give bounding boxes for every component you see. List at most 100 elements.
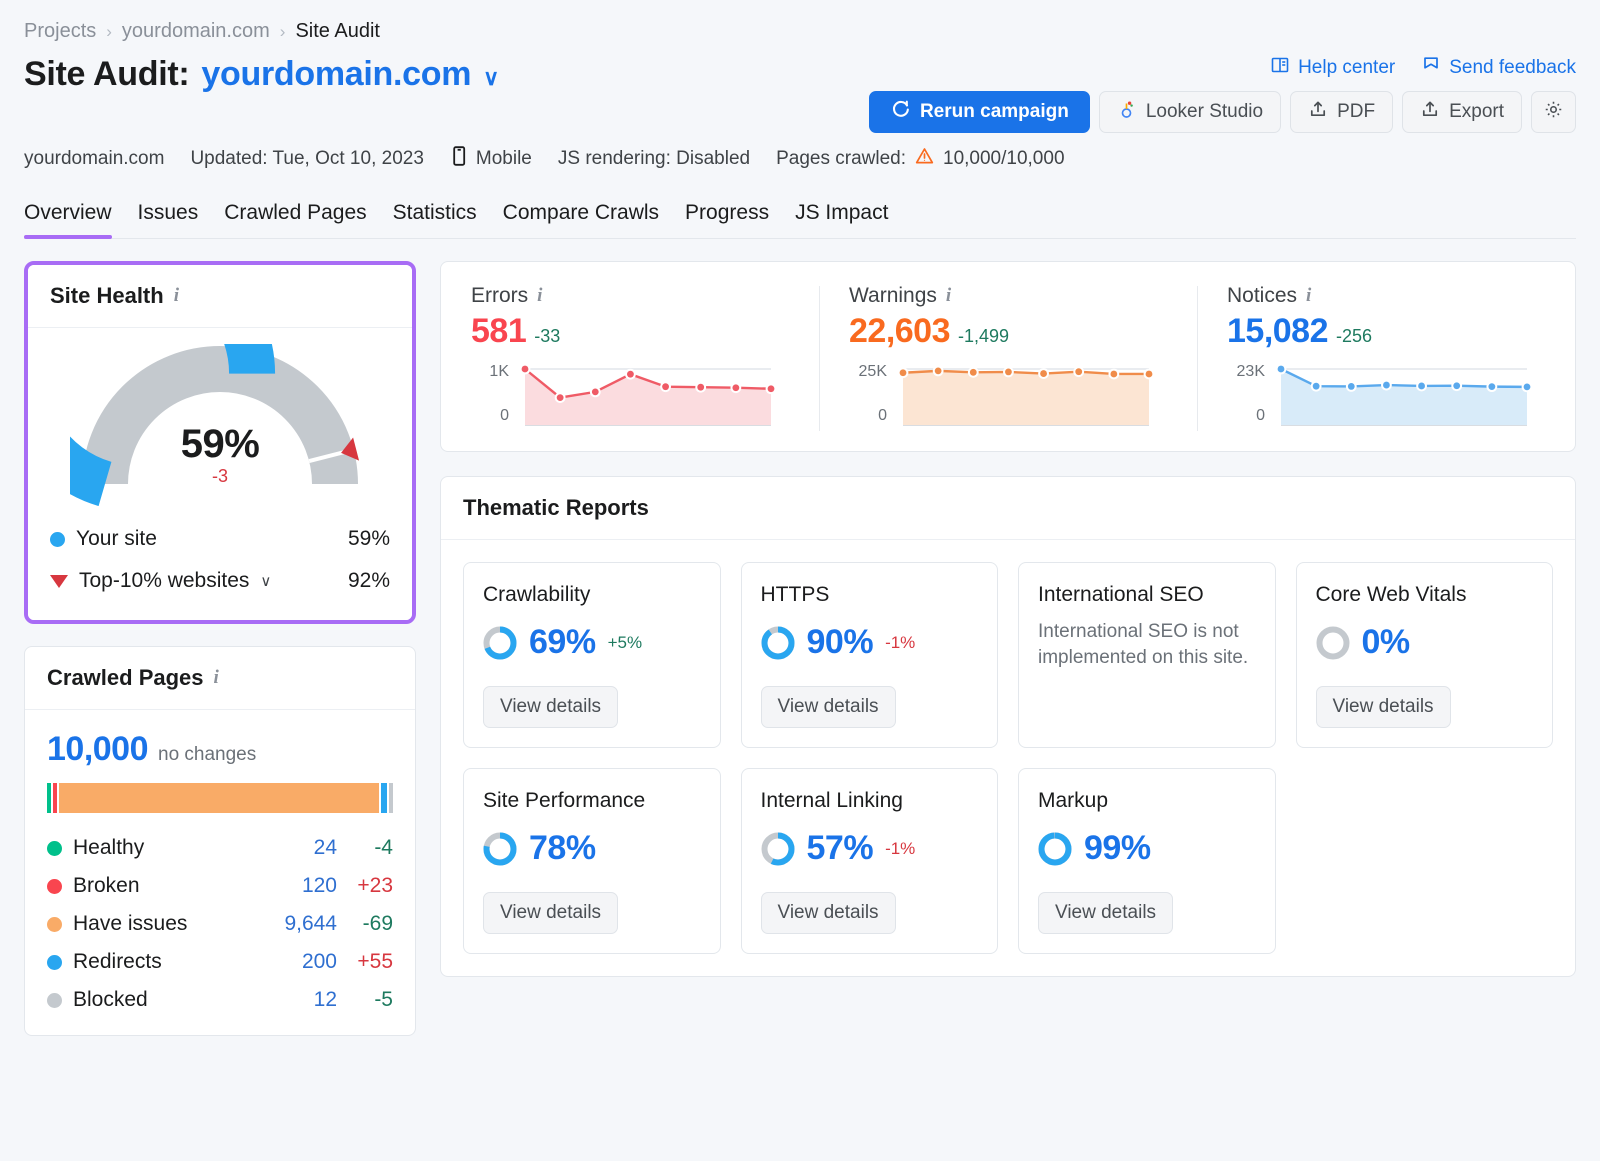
thematic-card-internal-linking[interactable]: Internal Linking57%-1%View details	[741, 768, 999, 954]
view-details-button[interactable]: View details	[761, 686, 896, 728]
tab-compare-crawls[interactable]: Compare Crawls	[503, 201, 659, 238]
site-health-value: 59%	[70, 422, 370, 467]
help-center-label: Help center	[1298, 57, 1395, 79]
thematic-card-delta: +5%	[608, 633, 643, 653]
tab-statistics[interactable]: Statistics	[393, 201, 477, 238]
stacked-bar-segment	[53, 783, 57, 813]
axis-tick-bottom: 0	[1227, 407, 1265, 425]
stat-sparkline-wrap: 1K 0	[471, 363, 789, 433]
axis-tick-bottom: 0	[471, 407, 509, 425]
info-icon[interactable]: i	[946, 285, 951, 307]
sparkline-chart	[1275, 363, 1533, 433]
stat-label-group: Noticesi	[1227, 284, 1545, 308]
axis-tick-top: 1K	[471, 363, 509, 381]
view-details-button[interactable]: View details	[483, 892, 618, 934]
stat-sparkline-wrap: 25K0	[849, 363, 1167, 433]
stat-value: 15,082	[1227, 312, 1328, 351]
crawled-pages-total: 10,000 no changes	[47, 730, 393, 769]
stacked-bar-segment	[381, 783, 388, 813]
row-value: 24	[265, 836, 337, 860]
donut-ring-icon	[483, 832, 517, 866]
stacked-bar-segment	[47, 783, 51, 813]
thematic-card-value-group: 0%	[1316, 623, 1534, 662]
meta-pages-crawled-label: Pages crawled:	[776, 148, 906, 170]
thematic-card-markup[interactable]: Markup99%View details	[1018, 768, 1276, 954]
crawled-pages-total-value: 10,000	[47, 730, 148, 769]
thematic-card-site-performance[interactable]: Site Performance78%View details	[463, 768, 721, 954]
site-health-title: Site Health	[50, 283, 164, 309]
row-label: Blocked	[73, 988, 148, 1012]
row-delta: +55	[337, 950, 393, 974]
info-icon[interactable]: i	[214, 667, 219, 689]
thematic-card-international-seo[interactable]: International SEOInternational SEO is no…	[1018, 562, 1276, 748]
page-header: Site Audit: yourdomain.com ∨ Help center	[24, 55, 1576, 133]
stacked-bar-segment	[389, 783, 393, 813]
looker-studio-label: Looker Studio	[1146, 101, 1263, 123]
crawled-pages-title: Crawled Pages	[47, 665, 204, 691]
breadcrumb-item-1[interactable]: yourdomain.com	[122, 20, 270, 43]
pdf-button[interactable]: PDF	[1290, 91, 1393, 133]
view-details-button[interactable]: View details	[1038, 892, 1173, 934]
mobile-icon	[450, 145, 468, 173]
send-feedback-link[interactable]: Send feedback	[1421, 55, 1576, 81]
view-details-button[interactable]: View details	[483, 686, 618, 728]
export-button[interactable]: Export	[1402, 91, 1522, 133]
row-value: 200	[265, 950, 337, 974]
thematic-card-https[interactable]: HTTPS90%-1%View details	[741, 562, 999, 748]
thematic-card-core-web-vitals[interactable]: Core Web Vitals0%View details	[1296, 562, 1554, 748]
page-title-prefix: Site Audit:	[24, 55, 189, 94]
thematic-card-value-group: 90%-1%	[761, 623, 979, 662]
project-domain-link[interactable]: yourdomain.com	[201, 55, 471, 94]
meta-pages-crawled: Pages crawled: 10,000/10,000	[776, 146, 1064, 172]
stat-sparkline-wrap: 23K 0	[1227, 363, 1545, 433]
view-details-button[interactable]: View details	[761, 892, 896, 934]
site-health-gauge: 59% -3	[70, 344, 370, 506]
view-details-button[interactable]: View details	[1316, 686, 1451, 728]
legend-dot-icon	[47, 841, 62, 856]
help-center-link[interactable]: Help center	[1270, 55, 1395, 81]
pdf-label: PDF	[1337, 101, 1375, 123]
row-label-group: Redirects	[47, 950, 265, 974]
send-feedback-label: Send feedback	[1449, 57, 1576, 79]
stat-delta: -1,499	[958, 326, 1009, 347]
settings-button[interactable]	[1531, 91, 1576, 133]
thematic-reports-grid: Crawlability69%+5%View detailsHTTPS90%-1…	[441, 540, 1575, 976]
tab-crawled-pages[interactable]: Crawled Pages	[224, 201, 366, 238]
warning-triangle-icon	[914, 146, 935, 172]
stat-value-group: 15,082-256	[1227, 312, 1545, 351]
row-label-group: Healthy	[47, 836, 265, 860]
info-icon[interactable]: i	[1306, 285, 1311, 307]
axis-tick-top: 23K	[1227, 363, 1265, 381]
gear-icon	[1543, 99, 1564, 126]
rerun-campaign-button[interactable]: Rerun campaign	[869, 91, 1090, 133]
looker-studio-icon	[1117, 99, 1137, 125]
crawled-pages-row: Blocked12-5	[47, 981, 393, 1019]
thematic-card-delta: -1%	[885, 839, 915, 859]
tab-progress[interactable]: Progress	[685, 201, 769, 238]
thematic-card-crawlability[interactable]: Crawlability69%+5%View details	[463, 562, 721, 748]
donut-ring-icon	[1316, 626, 1350, 660]
breadcrumb-item-2: Site Audit	[295, 20, 380, 43]
thematic-card-title: Markup	[1038, 789, 1256, 813]
site-health-gauge-wrap: 59% -3	[28, 328, 412, 514]
row-label: Healthy	[73, 836, 144, 860]
info-icon[interactable]: i	[174, 285, 179, 307]
meta-pages-crawled-value: 10,000/10,000	[943, 148, 1065, 170]
chevron-down-icon[interactable]: ∨	[260, 572, 271, 590]
tab-js-impact[interactable]: JS Impact	[795, 201, 888, 238]
thematic-card-title: International SEO	[1038, 583, 1256, 607]
breadcrumb-item-0[interactable]: Projects	[24, 20, 96, 43]
crawled-pages-row: Redirects200+55	[47, 943, 393, 981]
chevron-down-icon[interactable]: ∨	[483, 65, 499, 91]
tab-issues[interactable]: Issues	[138, 201, 199, 238]
legend-label-group: Your site	[50, 527, 348, 551]
axis-tick-bottom: 0	[849, 407, 887, 425]
info-icon[interactable]: i	[537, 285, 542, 307]
tab-overview[interactable]: Overview	[24, 201, 112, 238]
breadcrumb-separator: ›	[280, 22, 286, 42]
stat-delta: -33	[534, 326, 560, 347]
row-value: 12	[265, 988, 337, 1012]
crawled-pages-total-note: no changes	[158, 744, 256, 766]
looker-studio-button[interactable]: Looker Studio	[1099, 91, 1281, 133]
thematic-reports-title: Thematic Reports	[463, 495, 649, 521]
